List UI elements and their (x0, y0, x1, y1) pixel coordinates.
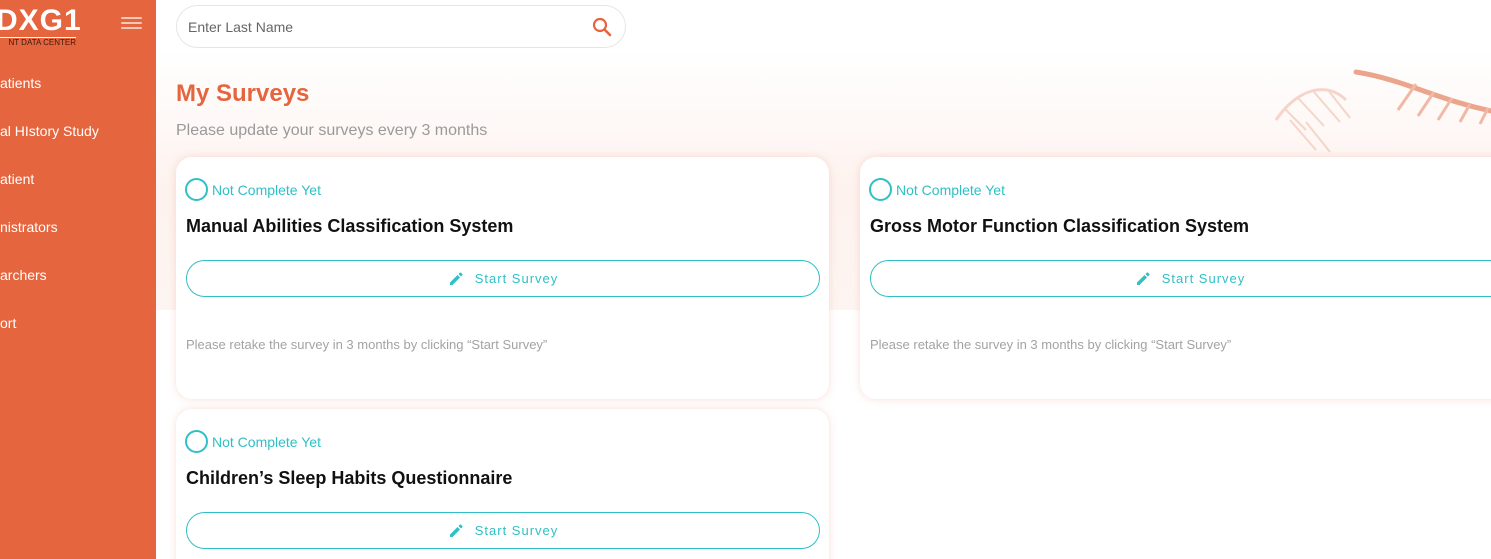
status-text: Not Complete Yet (212, 181, 321, 198)
survey-note: Please retake the survey in 3 months by … (870, 337, 1232, 352)
survey-note: Please retake the survey in 3 months by … (186, 337, 548, 352)
sidebar-item-researchers[interactable]: archers (0, 267, 47, 283)
survey-card: Not Complete Yet Children’s Sleep Habits… (176, 409, 829, 559)
status-text: Not Complete Yet (896, 181, 1005, 198)
sidebar-item-patients[interactable]: atients (0, 75, 41, 91)
start-survey-button[interactable]: Start Survey (870, 260, 1491, 297)
empty-circle-icon (185, 430, 208, 453)
survey-title: Gross Motor Function Classification Syst… (870, 216, 1250, 236)
page-title: My Surveys (176, 80, 310, 107)
start-survey-label: Start Survey (474, 523, 559, 538)
logo-main-text: DXG1 (0, 4, 82, 37)
app-logo: DXG1 NT DATA CENTER (0, 4, 82, 48)
sidebar-item-support[interactable]: ort (0, 315, 16, 331)
sidebar-item-administrators[interactable]: nistrators (0, 219, 58, 235)
hamburger-menu-icon[interactable] (121, 17, 142, 32)
survey-card: Not Complete Yet Gross Motor Function Cl… (860, 157, 1491, 399)
search-icon[interactable] (592, 17, 612, 37)
pencil-icon (449, 272, 463, 285)
pencil-icon (449, 524, 463, 537)
search-input[interactable] (188, 17, 578, 37)
main-content: My Surveys Please update your surveys ev… (156, 0, 1491, 559)
dna-helix-icon (1274, 69, 1491, 153)
empty-circle-icon (185, 178, 208, 201)
search-bar (176, 5, 626, 48)
survey-status: Not Complete Yet (185, 430, 321, 453)
page-subtitle: Please update your surveys every 3 month… (176, 122, 488, 139)
start-survey-button[interactable]: Start Survey (186, 512, 820, 549)
sidebar: DXG1 NT DATA CENTER atients al HIstory S… (0, 0, 156, 559)
survey-status: Not Complete Yet (185, 178, 321, 201)
start-survey-label: Start Survey (474, 271, 559, 286)
pencil-icon (1136, 272, 1150, 285)
status-text: Not Complete Yet (212, 433, 321, 450)
logo-sub-text: NT DATA CENTER (0, 37, 76, 48)
survey-title: Children’s Sleep Habits Questionnaire (186, 468, 513, 488)
start-survey-button[interactable]: Start Survey (186, 260, 820, 297)
sidebar-item-natural-history-study[interactable]: al HIstory Study (0, 123, 99, 139)
empty-circle-icon (869, 178, 892, 201)
start-survey-label: Start Survey (1161, 271, 1246, 286)
survey-title: Manual Abilities Classification System (186, 216, 514, 236)
survey-status: Not Complete Yet (869, 178, 1005, 201)
sidebar-item-add-patient[interactable]: atient (0, 171, 34, 187)
survey-card: Not Complete Yet Manual Abilities Classi… (176, 157, 829, 399)
